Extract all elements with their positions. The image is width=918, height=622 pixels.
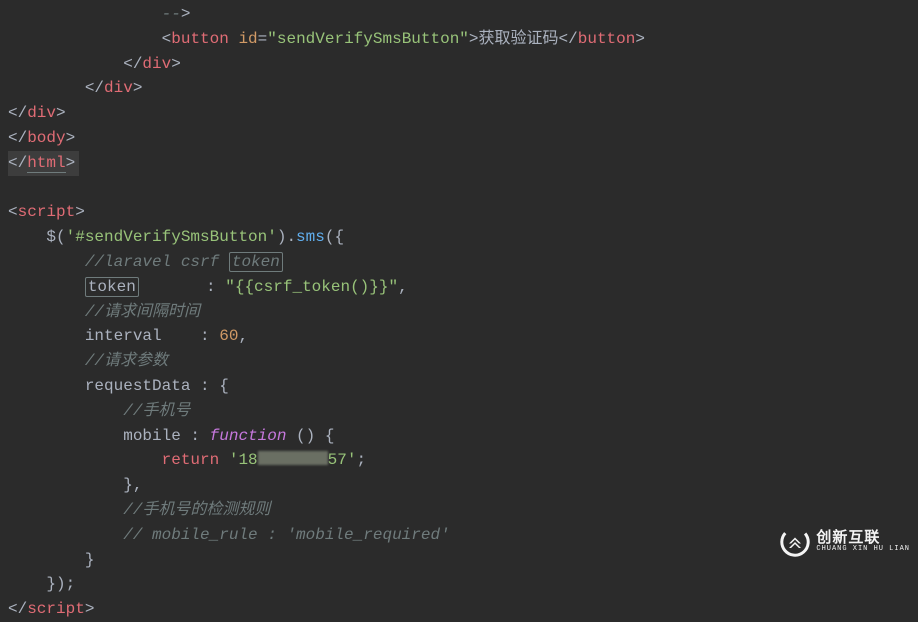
code-line: //手机号的检测规则: [8, 501, 270, 519]
code-line: requestData : {: [8, 377, 229, 395]
code-line: });: [8, 575, 75, 593]
watermark-logo-icon: [780, 527, 810, 557]
watermark-subtitle: CHUANG XIN HU LIAN: [816, 546, 910, 553]
code-line: </script>: [8, 600, 94, 618]
code-line: </body>: [8, 129, 75, 147]
code-line: }: [8, 551, 94, 569]
code-line: return '1857';: [8, 451, 366, 469]
code-line: //手机号: [8, 402, 190, 420]
code-line: //请求间隔时间: [8, 303, 200, 321]
watermark-title: 创新互联: [816, 531, 910, 546]
code-line: },: [8, 476, 142, 494]
code-line: </div>: [8, 79, 142, 97]
code-line: <button id="sendVerifySmsButton">获取验证码</…: [8, 30, 645, 48]
code-line: interval : 60,: [8, 327, 248, 345]
code-line: //laravel csrf token: [8, 252, 283, 272]
code-line: -->: [8, 5, 190, 23]
code-line: // mobile_rule : 'mobile_required': [8, 526, 450, 544]
code-line: </html>: [8, 154, 79, 172]
redacted-number: [258, 451, 328, 465]
code-line: //请求参数: [8, 352, 168, 370]
code-line: </div>: [8, 104, 66, 122]
watermark: 创新互联 CHUANG XIN HU LIAN: [780, 527, 910, 557]
code-line: $('#sendVerifySmsButton').sms({: [8, 228, 344, 246]
code-line: token : "{{csrf_token()}}",: [8, 277, 408, 297]
code-line: </div>: [8, 55, 181, 73]
code-line: <script>: [8, 203, 85, 221]
code-line: mobile : function () {: [8, 427, 334, 445]
code-line: [8, 179, 18, 197]
